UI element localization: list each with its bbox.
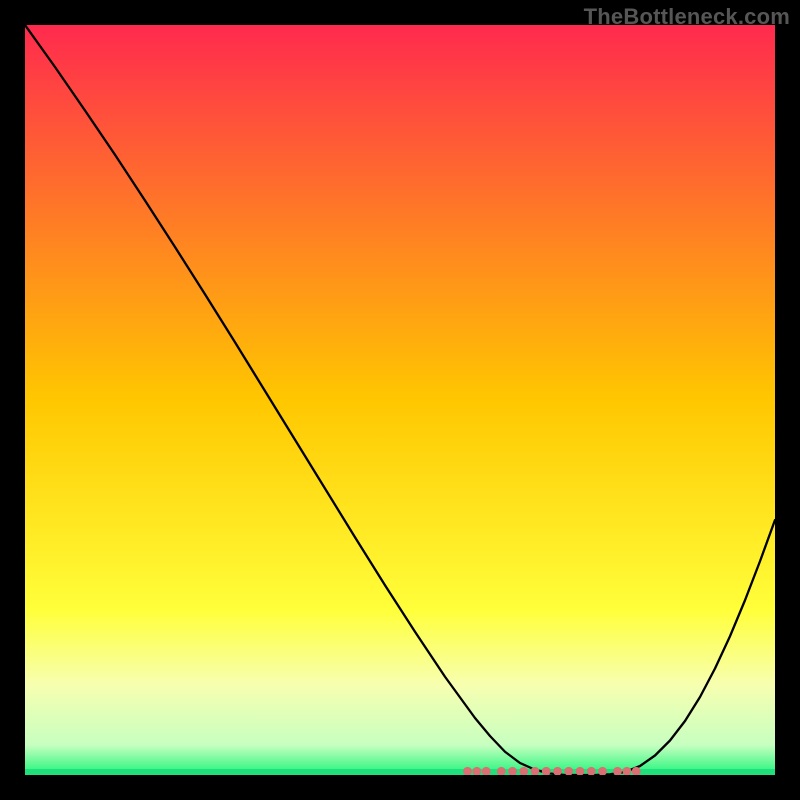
watermark-text: TheBottleneck.com bbox=[584, 4, 790, 30]
chart-container: TheBottleneck.com bbox=[0, 0, 800, 800]
chart-background bbox=[25, 25, 775, 775]
chart-svg bbox=[25, 25, 775, 775]
chart-baseline-band bbox=[25, 769, 775, 775]
plot-area bbox=[25, 25, 775, 775]
